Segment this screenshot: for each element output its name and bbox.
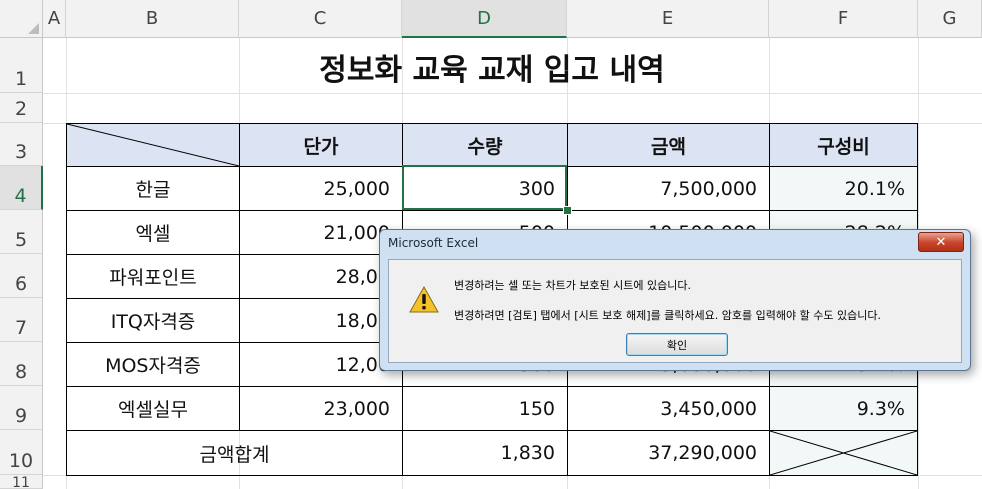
column-header-d[interactable]: D: [402, 0, 567, 38]
item-name[interactable]: 파워포인트: [66, 254, 240, 299]
warning-icon: [409, 286, 439, 313]
row-header-1[interactable]: 1: [0, 38, 43, 93]
item-qty[interactable]: 150: [402, 386, 568, 431]
cross-lines: [770, 431, 917, 475]
item-amount[interactable]: 7,500,000: [567, 166, 770, 211]
select-all-corner[interactable]: [0, 0, 43, 38]
total-ratio-crossed[interactable]: [769, 430, 918, 476]
gridline: [43, 93, 982, 94]
item-name[interactable]: ITQ자격증: [66, 298, 240, 343]
sheet-title[interactable]: 정보화 교육 교재 입고 내역: [66, 40, 918, 93]
fill-handle[interactable]: [563, 206, 572, 215]
row-header-6[interactable]: 6: [0, 254, 43, 298]
active-cell-selection: [402, 165, 567, 210]
header-ratio[interactable]: 구성비: [769, 123, 918, 167]
column-header-b[interactable]: B: [66, 0, 239, 38]
item-ratio[interactable]: 20.1%: [769, 166, 918, 211]
item-price[interactable]: 23,000: [239, 386, 403, 431]
total-label[interactable]: 금액합계: [66, 430, 403, 476]
column-header-a[interactable]: A: [43, 0, 66, 38]
dialog-message-line2: 변경하려면 [검토] 탭에서 [시트 보호 해제]를 클릭하세요. 암호를 입력…: [454, 309, 881, 322]
item-name[interactable]: 한글: [66, 166, 240, 211]
row-header-7[interactable]: 7: [0, 298, 43, 342]
item-name[interactable]: 엑셀: [66, 210, 240, 255]
item-name[interactable]: MOS자격증: [66, 342, 240, 387]
header-amount[interactable]: 금액: [567, 123, 770, 167]
header-qty[interactable]: 수량: [402, 123, 568, 167]
row-header-4[interactable]: 4: [0, 166, 43, 210]
row-header-11[interactable]: 11: [0, 475, 43, 489]
total-qty[interactable]: 1,830: [402, 430, 568, 476]
item-price[interactable]: 25,000: [239, 166, 403, 211]
column-header-f[interactable]: F: [769, 0, 918, 38]
dialog-close-button[interactable]: ✕: [918, 232, 964, 252]
header-diagonal-cell[interactable]: [66, 123, 240, 167]
row-header-8[interactable]: 8: [0, 342, 43, 386]
column-header-g[interactable]: G: [918, 0, 982, 38]
item-name[interactable]: 엑셀실무: [66, 386, 240, 431]
row-header-5[interactable]: 5: [0, 210, 43, 254]
column-header-c[interactable]: C: [239, 0, 402, 38]
diagonal-line: [67, 124, 239, 166]
item-ratio[interactable]: 9.3%: [769, 386, 918, 431]
dialog-body: 변경하려는 셀 또는 차트가 보호된 시트에 있습니다. 변경하려면 [검토] …: [388, 259, 962, 363]
header-price[interactable]: 단가: [239, 123, 403, 167]
item-amount[interactable]: 3,450,000: [567, 386, 770, 431]
total-amount[interactable]: 37,290,000: [567, 430, 770, 476]
dialog-message-line1: 변경하려는 셀 또는 차트가 보호된 시트에 있습니다.: [454, 279, 691, 292]
row-header-2[interactable]: 2: [0, 93, 43, 123]
dialog-title: Microsoft Excel: [388, 236, 479, 250]
row-header-3[interactable]: 3: [0, 123, 43, 166]
row-header-9[interactable]: 9: [0, 386, 43, 430]
column-header-e[interactable]: E: [567, 0, 769, 38]
select-all-triangle: [28, 23, 39, 34]
ok-button[interactable]: 확인: [626, 333, 728, 356]
row-header-10[interactable]: 10: [0, 430, 43, 475]
protected-sheet-dialog: Microsoft Excel ✕ 변경하려는 셀 또는 차트가 보호된 시트에…: [379, 229, 971, 371]
